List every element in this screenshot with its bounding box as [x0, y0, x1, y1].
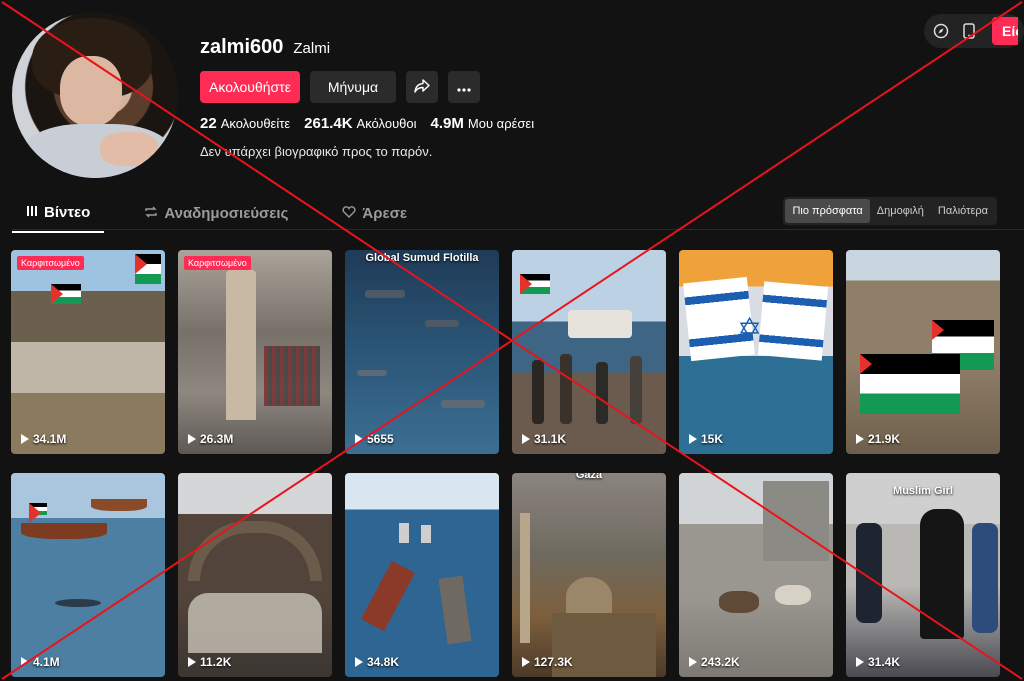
- pinned-badge: Καρφιτσωμένο: [184, 256, 251, 270]
- grid-icon: [26, 204, 38, 221]
- sort-popular[interactable]: Δημοφιλή: [870, 199, 931, 223]
- top-tools: Είσο: [924, 14, 1024, 48]
- play-icon: [188, 657, 196, 667]
- view-count: 11.2K: [188, 655, 231, 669]
- play-icon: [856, 657, 864, 667]
- tab-reposts[interactable]: Αναδημοσιεύσεις: [130, 196, 302, 233]
- profile-tabs: Βίντεο Αναδημοσιεύσεις Άρεσε: [12, 196, 421, 233]
- play-icon: [522, 657, 530, 667]
- sort-oldest[interactable]: Παλιότερα: [931, 199, 995, 223]
- video-caption: Gaza: [575, 473, 603, 481]
- view-count: 26.3M: [188, 432, 233, 446]
- view-count: 127.3K: [522, 655, 573, 669]
- video-card[interactable]: 11.2K: [178, 473, 332, 677]
- login-button[interactable]: Είσο: [992, 17, 1018, 45]
- likes-count: 4.9M: [430, 115, 464, 132]
- profile-info: zalmi600 Zalmi Ακολουθήστε Μήνυμα 22 Ακολ…: [200, 36, 534, 159]
- video-caption: Global Sumud Flotilla: [365, 252, 479, 264]
- play-icon: [355, 434, 363, 444]
- view-count: 4.1M: [21, 655, 60, 669]
- tabs-divider: [12, 229, 1024, 230]
- video-card[interactable]: Gaza 127.3K: [512, 473, 666, 677]
- pinned-badge: Καρφιτσωμένο: [17, 256, 84, 270]
- heart-icon: [342, 205, 356, 222]
- play-icon: [21, 434, 29, 444]
- tab-liked[interactable]: Άρεσε: [328, 196, 421, 233]
- video-card[interactable]: 4.1M: [11, 473, 165, 677]
- view-count: 21.9K: [856, 432, 900, 446]
- more-icon: [457, 79, 471, 95]
- compass-icon[interactable]: [930, 20, 952, 42]
- play-icon: [689, 657, 697, 667]
- play-icon: [355, 657, 363, 667]
- message-button[interactable]: Μήνυμα: [310, 71, 396, 103]
- followers-label: Ακόλουθοι: [356, 116, 417, 131]
- play-icon: [21, 657, 29, 667]
- play-icon: [188, 434, 196, 444]
- tab-reposts-label: Αναδημοσιεύσεις: [164, 205, 289, 222]
- share-icon: [414, 78, 430, 96]
- view-count: 15K: [689, 432, 723, 446]
- video-card[interactable]: 243.2K: [679, 473, 833, 677]
- view-count: 31.4K: [856, 655, 900, 669]
- top-bar: Είσο: [924, 14, 1024, 48]
- follow-button[interactable]: Ακολουθήστε: [200, 71, 300, 103]
- video-card[interactable]: ✡ 15K: [679, 250, 833, 454]
- nickname: Zalmi: [293, 40, 331, 57]
- view-count: 5655: [355, 432, 394, 446]
- tab-liked-label: Άρεσε: [362, 205, 408, 222]
- play-icon: [689, 434, 697, 444]
- view-count: 243.2K: [689, 655, 740, 669]
- view-count: 34.1M: [21, 432, 66, 446]
- video-card[interactable]: Καρφιτσωμένο 26.3M: [178, 250, 332, 454]
- profile-stats: 22 Ακολουθείτε 261.4K Ακόλουθοι 4.9M Μου αρ…: [200, 115, 534, 132]
- sort-latest[interactable]: Πιο πρόσφατα: [785, 199, 870, 223]
- share-button[interactable]: [406, 71, 438, 103]
- tab-videos[interactable]: Βίντεο: [12, 196, 105, 233]
- video-card[interactable]: Global Sumud Flotilla 5655: [345, 250, 499, 454]
- following-count: 22: [200, 115, 217, 132]
- video-card[interactable]: 34.8K: [345, 473, 499, 677]
- view-count: 31.1K: [522, 432, 566, 446]
- followers-stat[interactable]: 261.4K Ακόλουθοι: [304, 115, 416, 132]
- likes-label: Μου αρέσει: [467, 116, 535, 131]
- following-stat[interactable]: 22 Ακολουθείτε: [200, 115, 290, 132]
- play-icon: [856, 434, 864, 444]
- likes-stat: 4.9M Μου αρέσει: [431, 115, 535, 132]
- avatar: [12, 12, 178, 178]
- username: zalmi600: [200, 36, 284, 58]
- sort-selector: Πιο πρόσφατα Δημοφιλή Παλιότερα: [783, 197, 997, 225]
- video-card[interactable]: 21.9K: [846, 250, 1000, 454]
- video-grid: Καρφιτσωμένο 34.1M Καρφιτσωμένο 26.3M Gl…: [11, 250, 1000, 677]
- video-card[interactable]: Muslim Girl 31.4K: [846, 473, 1000, 677]
- video-card[interactable]: 31.1K: [512, 250, 666, 454]
- repost-icon: [144, 205, 158, 222]
- phone-icon[interactable]: [958, 20, 980, 42]
- more-button[interactable]: [448, 71, 480, 103]
- view-count: 34.8K: [355, 655, 399, 669]
- bio: Δεν υπάρχει βιογραφικό προς το παρόν.: [200, 144, 433, 159]
- following-label: Ακολουθείτε: [220, 116, 291, 131]
- followers-count: 261.4K: [304, 115, 353, 132]
- video-card[interactable]: Καρφιτσωμένο 34.1M: [11, 250, 165, 454]
- play-icon: [522, 434, 530, 444]
- video-caption: Muslim Girl: [893, 485, 953, 497]
- tab-videos-label: Βίντεο: [44, 204, 91, 221]
